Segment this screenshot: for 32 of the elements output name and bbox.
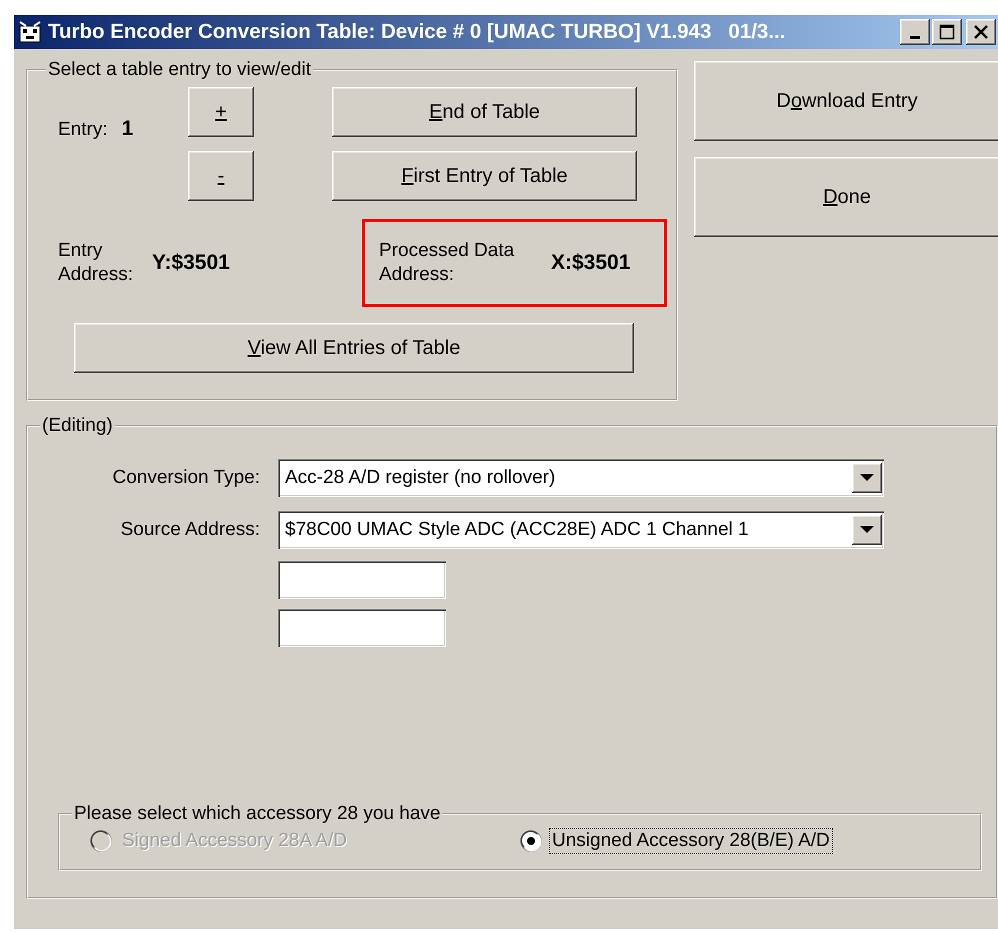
dialog-button[interactable]: Download Entry [694, 61, 998, 141]
source-address-label: Source Address: [120, 519, 261, 541]
decrement-button[interactable]: - [188, 151, 254, 201]
entry-label: Entry: [58, 119, 108, 141]
maximize-icon [939, 24, 955, 40]
close-button[interactable] [966, 19, 996, 45]
source-address-dropdown[interactable]: $78C00 UMAC Style ADC (ACC28E) ADC 1 Channel 1 [278, 511, 884, 549]
minimize-button[interactable] [900, 19, 930, 45]
processed-address-value: X:$3501 [551, 251, 630, 275]
conversion-type-dropdown[interactable]: Acc-28 A/D register (no rollover) [278, 459, 884, 497]
entry-number: 1 [122, 117, 134, 141]
group-title: Select a table entry to view/edit [47, 59, 312, 81]
end-of-table-button[interactable]: End of Table [332, 87, 637, 137]
first-entry-button[interactable]: First Entry of Table [332, 151, 637, 201]
dialog-button[interactable]: Done [694, 157, 998, 237]
increment-button[interactable]: + [188, 87, 254, 137]
close-icon [973, 24, 989, 40]
conversion-type-label: Conversion Type: [111, 467, 261, 489]
radio-label[interactable]: Unsigned Accessory 28(B/E) A/D [550, 829, 832, 853]
entry-address-value: Y:$3501 [152, 251, 231, 275]
processed-address-label: Processed Data Address: [379, 239, 516, 287]
group-title: Please select which accessory 28 you have [73, 803, 442, 825]
input-field[interactable] [278, 561, 446, 599]
maximize-button[interactable] [932, 19, 962, 45]
input-field[interactable] [278, 609, 446, 647]
minimize-icon [910, 36, 920, 38]
group-title: (Editing) [41, 415, 114, 437]
view-all-entries-button[interactable]: View All Entries of Table [74, 323, 634, 373]
app-icon [18, 20, 42, 44]
window-title: Turbo Encoder Conversion Table: Device # 0 [UMAC TURBO] V1.943 01/3... [48, 20, 786, 44]
entry-address-label: Entry Address: [58, 239, 134, 287]
radio-button[interactable] [520, 830, 542, 852]
